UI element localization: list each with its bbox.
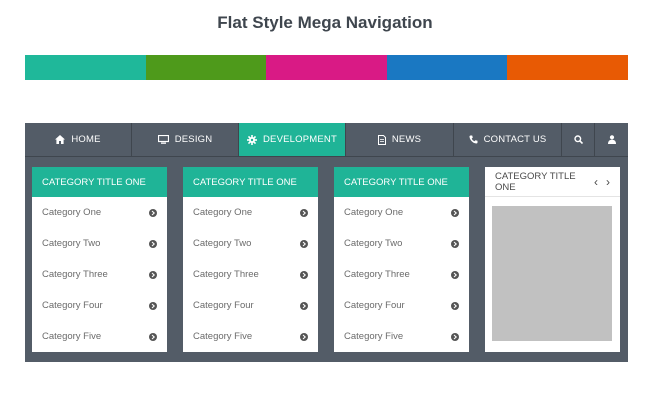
category-link[interactable]: Category Five xyxy=(193,331,252,342)
nav-item-home[interactable]: HOME xyxy=(25,123,132,156)
phone-icon xyxy=(469,135,478,144)
nav-item-design[interactable]: DESIGN xyxy=(132,123,239,156)
document-icon xyxy=(377,134,386,145)
list-item[interactable]: Category Two xyxy=(32,228,167,259)
arrow-circle-right-icon xyxy=(149,270,157,279)
list-item[interactable]: Category Two xyxy=(334,228,469,259)
list-item[interactable]: Category Five xyxy=(334,321,469,352)
list-item[interactable]: Category Five xyxy=(183,321,318,352)
media-panel-header: CATEGORY TITLE ONE ‹ › xyxy=(485,167,620,197)
arrow-circle-right-icon xyxy=(149,301,157,310)
color-swatch-green xyxy=(145,55,267,80)
arrow-circle-right-icon xyxy=(300,301,308,310)
category-link[interactable]: Category Two xyxy=(193,238,251,249)
category-list: Category One Category Two Category Three… xyxy=(334,197,469,352)
arrow-circle-right-icon xyxy=(149,332,157,341)
search-icon xyxy=(573,135,583,144)
list-item[interactable]: Category Four xyxy=(32,290,167,321)
arrow-circle-right-icon xyxy=(300,208,308,217)
nav-item-news[interactable]: NEWS xyxy=(346,123,454,156)
category-link[interactable]: Category Four xyxy=(344,300,405,311)
arrow-circle-right-icon xyxy=(300,239,308,248)
category-link[interactable]: Category Two xyxy=(42,238,100,249)
color-swatch-teal xyxy=(25,55,146,80)
chevron-right-icon[interactable]: › xyxy=(606,175,610,189)
arrow-circle-right-icon xyxy=(300,270,308,279)
gear-icon xyxy=(247,134,257,145)
nav-item-label: HOME xyxy=(71,134,101,145)
monitor-icon xyxy=(157,135,169,144)
mega-menu: HOME DESIGN DEVELOPMENT NEWS CONTACT US … xyxy=(25,123,628,362)
category-list: Category One Category Two Category Three… xyxy=(32,197,167,352)
category-link[interactable]: Category Five xyxy=(42,331,101,342)
arrow-circle-right-icon xyxy=(451,301,459,310)
mega-panels: CATEGORY TITLE ONE Category One Category… xyxy=(32,167,621,352)
list-item[interactable]: Category Three xyxy=(334,259,469,290)
nav-item-label: NEWS xyxy=(391,134,422,145)
category-link[interactable]: Category Four xyxy=(193,300,254,311)
list-item[interactable]: Category Two xyxy=(183,228,318,259)
category-link[interactable]: Category One xyxy=(344,207,403,218)
media-panel-title: CATEGORY TITLE ONE xyxy=(495,170,576,193)
nav-item-label: CONTACT US xyxy=(483,134,547,145)
nav-item-contact[interactable]: CONTACT US xyxy=(454,123,562,156)
arrow-circle-right-icon xyxy=(451,239,459,248)
color-swatch-orange xyxy=(507,55,628,80)
user-icon xyxy=(607,135,616,144)
category-link[interactable]: Category Three xyxy=(193,269,259,280)
list-item[interactable]: Category Five xyxy=(32,321,167,352)
arrow-circle-right-icon xyxy=(149,208,157,217)
list-item[interactable]: Category Four xyxy=(183,290,318,321)
nav-item-label: DEVELOPMENT xyxy=(263,134,337,145)
category-link[interactable]: Category Five xyxy=(344,331,403,342)
category-link[interactable]: Category Two xyxy=(344,238,402,249)
list-item[interactable]: Category One xyxy=(32,197,167,228)
image-placeholder xyxy=(492,206,612,341)
arrow-circle-right-icon xyxy=(451,332,459,341)
category-link[interactable]: Category One xyxy=(193,207,252,218)
category-link[interactable]: Category One xyxy=(42,207,101,218)
category-panel-title: CATEGORY TITLE ONE xyxy=(183,167,318,197)
arrow-circle-right-icon xyxy=(149,239,157,248)
nav-item-label: DESIGN xyxy=(174,134,213,145)
category-list: Category One Category Two Category Three… xyxy=(183,197,318,352)
category-link[interactable]: Category Four xyxy=(42,300,103,311)
search-button[interactable] xyxy=(562,123,595,156)
color-bar xyxy=(25,55,628,80)
category-panel-title: CATEGORY TITLE ONE xyxy=(32,167,167,197)
category-panel: CATEGORY TITLE ONE Category One Category… xyxy=(32,167,167,352)
color-swatch-blue xyxy=(386,55,508,80)
arrow-circle-right-icon xyxy=(300,332,308,341)
category-panel: CATEGORY TITLE ONE Category One Category… xyxy=(183,167,318,352)
color-swatch-magenta xyxy=(266,55,387,80)
nav-item-development[interactable]: DEVELOPMENT xyxy=(239,123,346,156)
carousel-controls: ‹ › xyxy=(594,175,610,189)
main-nav: HOME DESIGN DEVELOPMENT NEWS CONTACT US xyxy=(25,123,628,157)
list-item[interactable]: Category Three xyxy=(32,259,167,290)
category-panel: CATEGORY TITLE ONE Category One Category… xyxy=(334,167,469,352)
media-panel: CATEGORY TITLE ONE ‹ › xyxy=(485,167,620,352)
category-panel-title: CATEGORY TITLE ONE xyxy=(334,167,469,197)
arrow-circle-right-icon xyxy=(451,270,459,279)
list-item[interactable]: Category Four xyxy=(334,290,469,321)
list-item[interactable]: Category One xyxy=(334,197,469,228)
page-title: Flat Style Mega Navigation xyxy=(217,13,433,32)
list-item[interactable]: Category One xyxy=(183,197,318,228)
arrow-circle-right-icon xyxy=(451,208,459,217)
list-item[interactable]: Category Three xyxy=(183,259,318,290)
category-link[interactable]: Category Three xyxy=(42,269,108,280)
user-button[interactable] xyxy=(595,123,628,156)
chevron-left-icon[interactable]: ‹ xyxy=(594,175,598,189)
home-icon xyxy=(55,135,66,144)
category-link[interactable]: Category Three xyxy=(344,269,410,280)
